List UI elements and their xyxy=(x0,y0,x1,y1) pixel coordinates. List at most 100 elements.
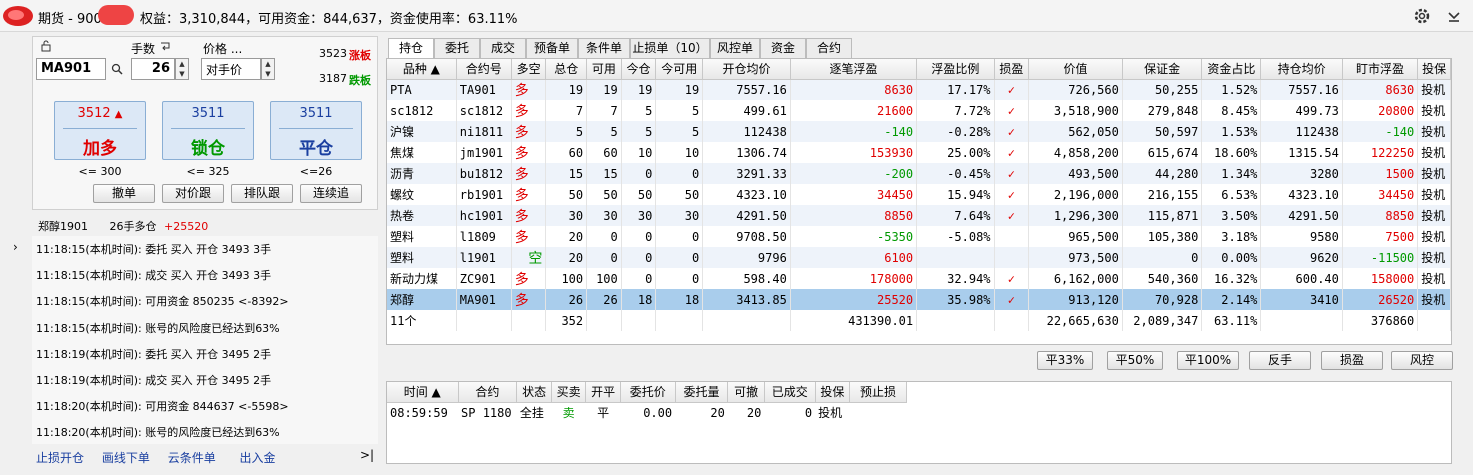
col-header-filled[interactable]: 已成交 xyxy=(764,382,816,403)
contract-input[interactable]: MA901 xyxy=(36,58,106,80)
table-row[interactable]: 郑醇 MA901 多 26 26 18 18 3413.85 25520 35.98% ✓ 913,1… xyxy=(387,289,1451,310)
table-row[interactable]: sc1812 sc1812 多 7 7 5 5 499.61 21600 7.72% ✓ 3,518,… xyxy=(387,100,1451,121)
total-row: 11个 352 431390.01 22,665,630 2,089,347 63.11%… xyxy=(387,310,1451,331)
col-header-contract[interactable]: 合约号 xyxy=(456,59,512,80)
gear-icon[interactable] xyxy=(1412,6,1432,26)
col-header-side[interactable]: 买卖 xyxy=(551,382,587,403)
tab-trades[interactable]: 成交 xyxy=(480,38,526,58)
col-header-value[interactable]: 价值 xyxy=(1028,59,1123,80)
search-icon[interactable] xyxy=(111,63,123,75)
tab-stop-loss[interactable]: 止损单（10） xyxy=(630,38,710,58)
cell-today-available: 5 xyxy=(655,100,704,121)
col-header-open-avg-price[interactable]: 开仓均价 xyxy=(702,59,791,80)
stop-loss-open-link[interactable]: 止损开仓 xyxy=(36,451,84,465)
price-label[interactable]: 价格 ... xyxy=(203,40,242,57)
tab-contracts[interactable]: 合约 xyxy=(806,38,852,58)
deposit-withdraw-link[interactable]: 出入金 xyxy=(240,451,276,465)
col-header-mark-float-pnl[interactable]: 盯市浮盈 xyxy=(1342,59,1419,80)
col-header-status[interactable]: 状态 xyxy=(516,382,552,403)
cell-available: 26 xyxy=(586,289,622,310)
col-header-available[interactable]: 可用 xyxy=(586,59,622,80)
tab-prepared[interactable]: 预备单 xyxy=(526,38,578,58)
qty-stepper[interactable]: ▲ ▼ xyxy=(175,58,189,80)
col-header-today-available[interactable]: 今可用 xyxy=(655,59,704,80)
table-row[interactable]: 沥青 bu1812 多 15 15 0 0 3291.33 -200 -0.45% ✓ 493,500… xyxy=(387,163,1451,184)
refresh-icon[interactable] xyxy=(159,41,171,52)
check-icon xyxy=(994,226,1030,247)
col-header-total-qty[interactable]: 总仓 xyxy=(545,59,588,80)
cell-margin: 615,674 xyxy=(1122,142,1203,163)
cell-direction: 多 xyxy=(511,289,547,310)
collapse-icon[interactable]: >| xyxy=(360,448,374,462)
cell-today-available: 10 xyxy=(655,142,704,163)
cell-pnl-ratio xyxy=(916,247,995,268)
follow-queue-button[interactable]: 排队跟 xyxy=(231,184,293,203)
col-header-cancelable[interactable]: 可撤 xyxy=(727,382,765,403)
cell-product: 热卷 xyxy=(387,205,457,226)
cell-hedge-flag: 投机 xyxy=(1417,247,1451,268)
col-header-trade-float-pnl[interactable]: 逐笔浮盈 xyxy=(790,59,918,80)
col-header-order-price[interactable]: 委托价 xyxy=(620,382,676,403)
table-row[interactable]: 08:59:59 SP 1180 全挂 卖 平 0.00 20 20 0 投机 xyxy=(387,402,907,423)
cell-open-avg-price: 112438 xyxy=(702,121,791,142)
buy-open-button[interactable]: 3512 ▲ 加多 xyxy=(54,101,146,160)
draw-line-order-link[interactable]: 画线下单 xyxy=(102,451,150,465)
col-header-today-qty[interactable]: 今仓 xyxy=(621,59,657,80)
cell-mark-float-pnl: 122250 xyxy=(1342,142,1419,163)
check-icon: ✓ xyxy=(994,205,1030,226)
cell-product: 焦煤 xyxy=(387,142,457,163)
col-header-pnl-ratio[interactable]: 浮盈比例 xyxy=(916,59,995,80)
table-row[interactable]: 新动力煤 ZC901 多 100 100 0 0 598.40 178000 32.94% ✓ 6,1… xyxy=(387,268,1451,289)
tab-positions[interactable]: 持仓 xyxy=(388,38,434,59)
cell-hedge-flag: 投机 xyxy=(1417,163,1451,184)
col-header-hedge[interactable]: 投保 xyxy=(815,382,851,403)
lock-position-button[interactable]: 3511 锁仓 xyxy=(162,101,254,160)
chase-button[interactable]: 连续追 xyxy=(300,184,362,203)
col-header-order-qty[interactable]: 委托量 xyxy=(675,382,729,403)
col-header-product[interactable]: 品种 ▲ xyxy=(387,59,457,80)
cell-product: 新动力煤 xyxy=(387,268,457,289)
close-position-button[interactable]: 3511 平仓 xyxy=(270,101,362,160)
col-header-pre-stop[interactable]: 预止损 xyxy=(849,382,907,403)
tab-risk-control[interactable]: 风控单 xyxy=(710,38,760,58)
close-50-button[interactable]: 平50% xyxy=(1107,351,1163,370)
minimize-icon[interactable] xyxy=(1444,6,1464,26)
close-100-button[interactable]: 平100% xyxy=(1177,351,1239,370)
cancel-order-button[interactable]: 撤单 xyxy=(93,184,155,203)
table-row[interactable]: 热卷 hc1901 多 30 30 30 30 4291.50 8850 7.64% ✓ 1,296,… xyxy=(387,205,1451,226)
col-header-margin[interactable]: 保证金 xyxy=(1122,59,1203,80)
col-header-open-close[interactable]: 开平 xyxy=(585,382,621,403)
qty-input[interactable]: 26 xyxy=(131,58,175,80)
col-header-direction[interactable]: 多空 xyxy=(511,59,547,80)
col-header-contract[interactable]: 合约 xyxy=(458,382,518,403)
table-row[interactable]: 螺纹 rb1901 多 50 50 50 50 4323.10 34450 15.94% ✓ 2,19… xyxy=(387,184,1451,205)
reverse-button[interactable]: 反手 xyxy=(1249,351,1311,370)
col-header-stop-pl[interactable]: 损盈 xyxy=(994,59,1030,80)
table-row[interactable]: 塑料 l1809 多 20 0 0 0 9708.50 -5350 -5.08% 965,500 10… xyxy=(387,226,1451,247)
close-33-button[interactable]: 平33% xyxy=(1037,351,1093,370)
table-row[interactable]: 塑料 l1901 空 20 0 0 0 9796 6100 973,500 0 0.00% 9620 -1… xyxy=(387,247,1451,268)
tab-orders[interactable]: 委托 xyxy=(434,38,480,58)
table-row[interactable]: 沪镍 ni1811 多 5 5 5 5 112438 -140 -0.28% ✓ 562,050 50,… xyxy=(387,121,1451,142)
cloud-condition-link[interactable]: 云条件单 xyxy=(168,451,216,465)
cell-today-available: 19 xyxy=(655,79,704,100)
table-row[interactable]: PTA TA901 多 19 19 19 19 7557.16 8630 17.17% ✓ 726,5… xyxy=(387,79,1451,100)
limit-down-price: 3187 xyxy=(319,72,347,85)
cell-hold-avg-price: 9580 xyxy=(1260,226,1343,247)
col-header-hold-avg-price[interactable]: 持仓均价 xyxy=(1260,59,1343,80)
col-header-hedge-flag[interactable]: 投保 xyxy=(1417,59,1451,80)
unlock-icon[interactable] xyxy=(41,40,53,52)
price-stepper[interactable]: ▲ ▼ xyxy=(261,58,275,80)
expand-icon[interactable]: › xyxy=(13,240,18,254)
col-header-time[interactable]: 时间 ▲ xyxy=(387,382,459,403)
price-type-select[interactable]: 对手价 xyxy=(201,58,261,80)
col-header-fund-ratio[interactable]: 资金占比 xyxy=(1201,59,1262,80)
risk-control-button[interactable]: 风控 xyxy=(1391,351,1453,370)
tab-conditional[interactable]: 条件单 xyxy=(578,38,630,58)
cell-mark-float-pnl: 26520 xyxy=(1342,289,1419,310)
redacted-account xyxy=(98,5,134,25)
table-row[interactable]: 焦煤 jm1901 多 60 60 10 10 1306.74 153930 25.00% ✓ 4,8… xyxy=(387,142,1451,163)
tab-funds[interactable]: 资金 xyxy=(760,38,806,58)
follow-counter-button[interactable]: 对价跟 xyxy=(162,184,224,203)
profit-loss-button[interactable]: 损盈 xyxy=(1321,351,1383,370)
